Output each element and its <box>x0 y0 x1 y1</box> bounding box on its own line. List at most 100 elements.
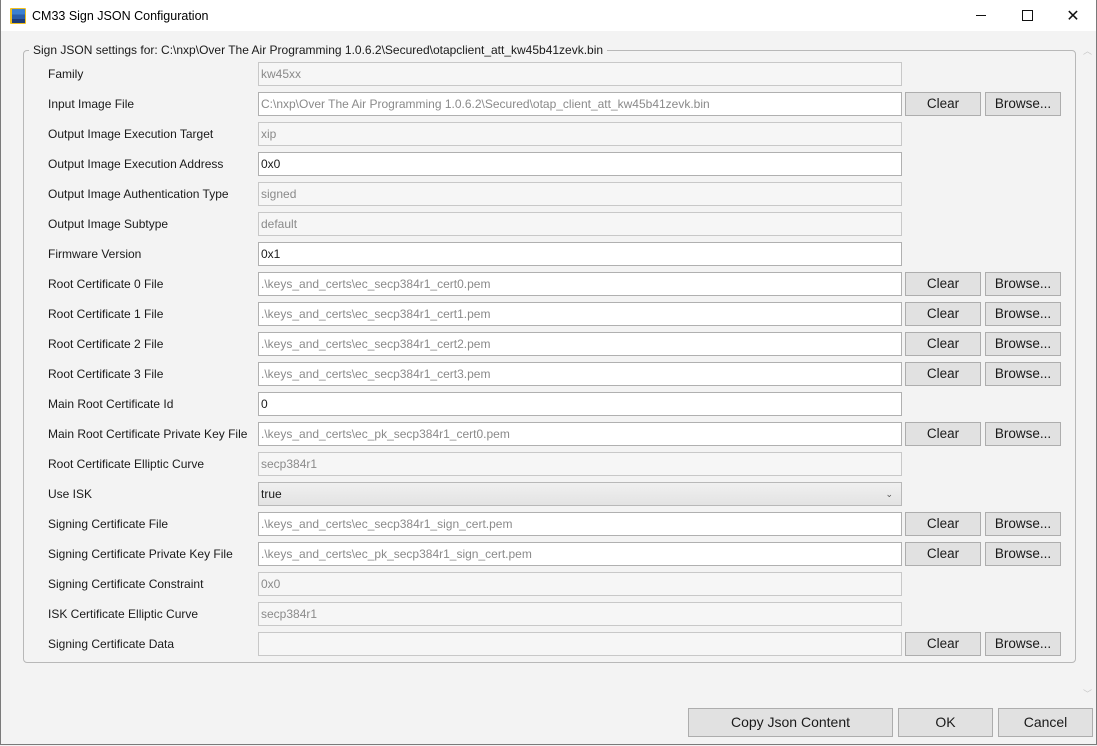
form-row-main-root-certificate-private-key-file: Main Root Certificate Private Key File .\… <box>48 422 1068 446</box>
value-signing-certificate-private-key-file: .\keys_and_certs\ec_pk_secp384r1_sign_ce… <box>261 547 532 561</box>
maximize-button[interactable] <box>1004 0 1050 31</box>
clear-button-input-image-file[interactable]: Clear <box>905 92 981 116</box>
close-button[interactable]: ✕ <box>1050 0 1096 31</box>
value-signing-certificate-file: .\keys_and_certs\ec_secp384r1_sign_cert.… <box>261 517 513 531</box>
select-use-isk[interactable]: true ⌄ <box>258 482 902 506</box>
value-root-certificate-elliptic-curve: secp384r1 <box>261 457 318 471</box>
form-row-signing-certificate-data: Signing Certificate Data Clear Browse... <box>48 632 1068 656</box>
input-main-root-certificate-id[interactable]: 0 <box>258 392 902 416</box>
minimize-button[interactable] <box>958 0 1004 31</box>
clear-button-signing-certificate-file[interactable]: Clear <box>905 512 981 536</box>
clear-button-main-root-certificate-private-key-file[interactable]: Clear <box>905 422 981 446</box>
groupbox-legend: Sign JSON settings for: C:\nxp\Over The … <box>29 43 608 57</box>
form-row-family: Family kw45xx <box>48 62 1068 86</box>
form-row-signing-certificate-file: Signing Certificate File .\keys_and_certs… <box>48 512 1068 536</box>
value-root-certificate-0-file: .\keys_and_certs\ec_secp384r1_cert0.pem <box>261 277 491 291</box>
scroll-down-icon[interactable]: ﹀ <box>1079 686 1096 703</box>
value-root-certificate-1-file: .\keys_and_certs\ec_secp384r1_cert1.pem <box>261 307 491 321</box>
browse-button-signing-certificate-data[interactable]: Browse... <box>985 632 1061 656</box>
clear-button-signing-certificate-data[interactable]: Clear <box>905 632 981 656</box>
input-root-certificate-elliptic-curve: secp384r1 <box>258 452 902 476</box>
form-row-firmware-version: Firmware Version 0x1 <box>48 242 1068 266</box>
input-root-certificate-2-file[interactable]: .\keys_and_certs\ec_secp384r1_cert2.pem <box>258 332 902 356</box>
value-output-image-execution-target: xip <box>261 127 277 141</box>
clear-button-root-certificate-2-file[interactable]: Clear <box>905 332 981 356</box>
form-row-input-image-file: Input Image File C:\nxp\Over The Air Prog… <box>48 92 1068 116</box>
value-main-root-certificate-private-key-file: .\keys_and_certs\ec_pk_secp384r1_cert0.p… <box>261 427 510 441</box>
browse-button-root-certificate-0-file[interactable]: Browse... <box>985 272 1061 296</box>
app-icon <box>10 7 26 24</box>
input-output-image-subtype: default <box>258 212 902 236</box>
dialog-window: CM33 Sign JSON Configuration ✕ Sign JSON… <box>0 0 1097 745</box>
form-row-signing-certificate-constraint: Signing Certificate Constraint 0x0 <box>48 572 1068 596</box>
label-family: Family <box>48 67 84 81</box>
vertical-scrollbar[interactable]: ︿ ﹀ <box>1079 43 1096 703</box>
input-signing-certificate-private-key-file[interactable]: .\keys_and_certs\ec_pk_secp384r1_sign_ce… <box>258 542 902 566</box>
window-title: CM33 Sign JSON Configuration <box>32 8 209 23</box>
label-signing-certificate-private-key-file: Signing Certificate Private Key File <box>48 547 233 561</box>
input-root-certificate-1-file[interactable]: .\keys_and_certs\ec_secp384r1_cert1.pem <box>258 302 902 326</box>
label-root-certificate-0-file: Root Certificate 0 File <box>48 277 164 291</box>
input-family: kw45xx <box>258 62 902 86</box>
value-main-root-certificate-id: 0 <box>261 397 268 411</box>
input-root-certificate-3-file[interactable]: .\keys_and_certs\ec_secp384r1_cert3.pem <box>258 362 902 386</box>
label-signing-certificate-constraint: Signing Certificate Constraint <box>48 577 204 591</box>
label-signing-certificate-data: Signing Certificate Data <box>48 637 175 651</box>
label-root-certificate-elliptic-curve: Root Certificate Elliptic Curve <box>48 457 205 471</box>
clear-button-root-certificate-1-file[interactable]: Clear <box>905 302 981 326</box>
input-output-image-execution-address[interactable]: 0x0 <box>258 152 902 176</box>
value-signing-certificate-constraint: 0x0 <box>261 577 281 591</box>
scroll-up-icon[interactable]: ︿ <box>1079 43 1096 60</box>
value-output-image-execution-address: 0x0 <box>261 157 281 171</box>
value-input-image-file: C:\nxp\Over The Air Programming 1.0.6.2\… <box>261 97 710 111</box>
browse-button-signing-certificate-private-key-file[interactable]: Browse... <box>985 542 1061 566</box>
label-output-image-execution-address: Output Image Execution Address <box>48 157 224 171</box>
label-output-image-authentication-type: Output Image Authentication Type <box>48 187 229 201</box>
value-root-certificate-2-file: .\keys_and_certs\ec_secp384r1_cert2.pem <box>261 337 491 351</box>
form-row-output-image-subtype: Output Image Subtype default <box>48 212 1068 236</box>
form-row-signing-certificate-private-key-file: Signing Certificate Private Key File .\ke… <box>48 542 1068 566</box>
input-main-root-certificate-private-key-file[interactable]: .\keys_and_certs\ec_pk_secp384r1_cert0.p… <box>258 422 902 446</box>
label-use-isk: Use ISK <box>48 487 93 501</box>
form-row-root-certificate-elliptic-curve: Root Certificate Elliptic Curve secp384r1 <box>48 452 1068 476</box>
browse-button-root-certificate-1-file[interactable]: Browse... <box>985 302 1061 326</box>
input-input-image-file[interactable]: C:\nxp\Over The Air Programming 1.0.6.2\… <box>258 92 902 116</box>
label-firmware-version: Firmware Version <box>48 247 142 261</box>
value-use-isk: true <box>261 487 282 501</box>
input-output-image-authentication-type: signed <box>258 182 902 206</box>
ok-button[interactable]: OK <box>898 708 993 737</box>
chevron-down-icon[interactable]: ⌄ <box>885 483 893 505</box>
form-row-isk-certificate-elliptic-curve: ISK Certificate Elliptic Curve secp384r1 <box>48 602 1068 626</box>
label-root-certificate-1-file: Root Certificate 1 File <box>48 307 164 321</box>
label-isk-certificate-elliptic-curve: ISK Certificate Elliptic Curve <box>48 607 199 621</box>
input-output-image-execution-target: xip <box>258 122 902 146</box>
browse-button-input-image-file[interactable]: Browse... <box>985 92 1061 116</box>
input-isk-certificate-elliptic-curve: secp384r1 <box>258 602 902 626</box>
browse-button-signing-certificate-file[interactable]: Browse... <box>985 512 1061 536</box>
cancel-button[interactable]: Cancel <box>998 708 1093 737</box>
label-output-image-subtype: Output Image Subtype <box>48 217 169 231</box>
clear-button-root-certificate-3-file[interactable]: Clear <box>905 362 981 386</box>
form-row-output-image-authentication-type: Output Image Authentication Type signed <box>48 182 1068 206</box>
label-input-image-file: Input Image File <box>48 97 135 111</box>
browse-button-root-certificate-2-file[interactable]: Browse... <box>985 332 1061 356</box>
form-row-output-image-execution-address: Output Image Execution Address 0x0 <box>48 152 1068 176</box>
input-firmware-version[interactable]: 0x1 <box>258 242 902 266</box>
label-root-certificate-3-file: Root Certificate 3 File <box>48 367 164 381</box>
form-row-root-certificate-1-file: Root Certificate 1 File .\keys_and_certs\… <box>48 302 1068 326</box>
value-output-image-authentication-type: signed <box>261 187 297 201</box>
clear-button-root-certificate-0-file[interactable]: Clear <box>905 272 981 296</box>
label-signing-certificate-file: Signing Certificate File <box>48 517 169 531</box>
input-root-certificate-0-file[interactable]: .\keys_and_certs\ec_secp384r1_cert0.pem <box>258 272 902 296</box>
clear-button-signing-certificate-private-key-file[interactable]: Clear <box>905 542 981 566</box>
input-signing-certificate-file[interactable]: .\keys_and_certs\ec_secp384r1_sign_cert.… <box>258 512 902 536</box>
input-signing-certificate-data[interactable] <box>258 632 902 656</box>
browse-button-main-root-certificate-private-key-file[interactable]: Browse... <box>985 422 1061 446</box>
copy-json-content-button[interactable]: Copy Json Content <box>688 708 893 737</box>
input-signing-certificate-constraint: 0x0 <box>258 572 902 596</box>
value-family: kw45xx <box>261 67 302 81</box>
label-main-root-certificate-id: Main Root Certificate Id <box>48 397 174 411</box>
browse-button-root-certificate-3-file[interactable]: Browse... <box>985 362 1061 386</box>
label-root-certificate-2-file: Root Certificate 2 File <box>48 337 164 351</box>
form-row-root-certificate-3-file: Root Certificate 3 File .\keys_and_certs\… <box>48 362 1068 386</box>
